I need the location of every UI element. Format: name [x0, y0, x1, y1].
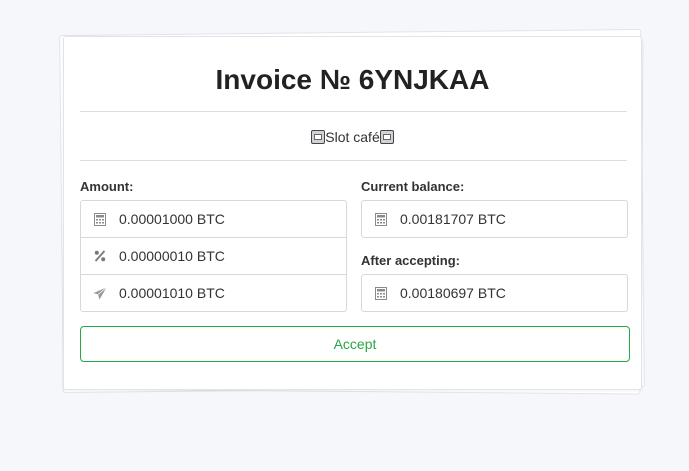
- amount-value: 0.00001000 BTC: [119, 211, 225, 227]
- invoice-title: Invoice № 6YNJKAA: [215, 64, 490, 95]
- after-accepting-label: After accepting:: [361, 253, 460, 268]
- amount-group: 0.00001000 BTC 0.00000010 BTC 0.00001010…: [80, 200, 347, 312]
- current-balance-value: 0.00181707 BTC: [400, 211, 506, 227]
- accept-button[interactable]: Accept: [80, 326, 630, 362]
- current-balance-row: 0.00181707 BTC: [362, 201, 627, 237]
- slot-machine-icon: [379, 130, 394, 144]
- after-accepting-value: 0.00180697 BTC: [400, 285, 506, 301]
- total-value: 0.00001010 BTC: [119, 285, 225, 301]
- total-row: 0.00001010 BTC: [81, 275, 346, 311]
- slot-machine-icon: [311, 130, 326, 144]
- divider: [80, 160, 627, 161]
- merchant-name: Slot café: [325, 129, 380, 145]
- merchant-line: Slot café: [64, 128, 641, 146]
- calculator-icon: [362, 286, 400, 300]
- percent-icon: [81, 250, 119, 262]
- invoice-card-stack: Invoice № 6YNJKAA Slot café Amount: 0.00…: [59, 28, 645, 395]
- fee-row: 0.00000010 BTC: [81, 238, 346, 275]
- current-balance-label: Current balance:: [361, 179, 465, 194]
- amount-label: Amount:: [80, 179, 134, 194]
- send-icon: [81, 286, 119, 300]
- amount-row: 0.00001000 BTC: [81, 201, 346, 238]
- after-accepting-row: 0.00180697 BTC: [362, 275, 627, 311]
- fee-value: 0.00000010 BTC: [119, 248, 225, 264]
- calculator-icon: [362, 212, 400, 226]
- divider: [80, 111, 627, 112]
- invoice-card: Invoice № 6YNJKAA Slot café Amount: 0.00…: [63, 36, 642, 390]
- current-balance-group: 0.00181707 BTC: [361, 200, 628, 238]
- after-accepting-group: 0.00180697 BTC: [361, 274, 628, 312]
- calculator-icon: [81, 212, 119, 226]
